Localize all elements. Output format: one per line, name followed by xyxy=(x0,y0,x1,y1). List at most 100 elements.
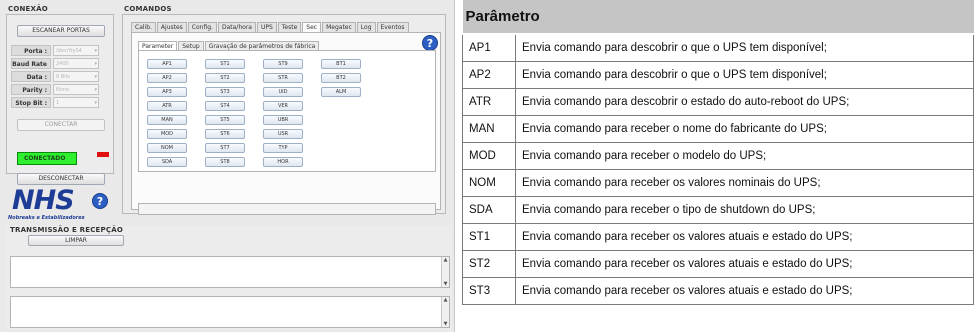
tab-config[interactable]: Config. xyxy=(187,22,217,32)
cmd-button-st9[interactable]: ST9 xyxy=(263,59,303,69)
table-row: ATR Envia comando para descobrir o estado… xyxy=(462,87,974,116)
cmd-button-ver[interactable]: VER xyxy=(263,101,303,111)
tab-ajustes[interactable]: Ajustes xyxy=(156,22,187,32)
cmd-button-st3[interactable]: ST3 xyxy=(205,87,245,97)
scroll-up-icon[interactable]: ▲ xyxy=(442,297,449,303)
cmd-button-hor[interactable]: HOR xyxy=(263,157,303,167)
parameter-code: NOM xyxy=(462,168,516,197)
scrollbar[interactable]: ▲ ▼ xyxy=(441,257,449,287)
cmd-button-uid[interactable]: UID xyxy=(263,87,303,97)
stop-bit-select[interactable]: 1 ▾ xyxy=(53,97,99,108)
cmd-button-bt2[interactable]: BT2 xyxy=(321,73,361,83)
tab-megatec[interactable]: Megatec xyxy=(322,22,356,32)
transmit-log[interactable]: ▲ ▼ xyxy=(10,256,450,288)
cmd-button-st4[interactable]: ST4 xyxy=(205,101,245,111)
cmd-button-bt1[interactable]: BT1 xyxy=(321,59,361,69)
parameter-description: Envia comando para receber os valores at… xyxy=(515,249,974,278)
tab-log[interactable]: Log xyxy=(356,22,376,32)
tab-calib[interactable]: Calib. xyxy=(131,22,156,32)
subtab-factory-params[interactable]: Gravação de parâmetros de fábrica xyxy=(204,41,320,50)
table-row: ST2 Envia comando para receber os valores… xyxy=(462,249,974,278)
receive-log[interactable]: ▲ ▼ xyxy=(10,296,450,328)
cmd-button-st5[interactable]: ST5 xyxy=(205,115,245,125)
parameter-description: Envia comando para receber o modelo do U… xyxy=(515,141,974,170)
tab-teste[interactable]: Teste xyxy=(277,22,302,32)
comandos-tabs: Calib. Ajustes Config. Data/hora UPS Tes… xyxy=(131,22,410,32)
tab-eventos[interactable]: Eventos xyxy=(376,22,409,32)
connect-button[interactable]: CONECTAR xyxy=(17,119,105,131)
help-icon[interactable]: ? xyxy=(92,193,108,209)
subtab-parameter[interactable]: Parameter xyxy=(138,41,178,50)
parameter-description: Envia comando para receber os valores at… xyxy=(515,276,974,305)
baud-rate-value: 2400 xyxy=(56,61,69,67)
scroll-up-icon[interactable]: ▲ xyxy=(442,257,449,263)
conexao-panel: ESCANEAR PORTAS Porta : /dev/ttyS4 ▾ Baud… xyxy=(6,14,114,185)
parity-label: Parity : xyxy=(11,84,51,95)
cmd-button-ap1[interactable]: AP1 xyxy=(147,59,187,69)
tab-ups[interactable]: UPS xyxy=(256,22,277,32)
cmd-button-st2[interactable]: ST2 xyxy=(205,73,245,83)
parity-select[interactable]: None ▾ xyxy=(53,84,99,95)
status-bar xyxy=(138,203,436,215)
chevron-down-icon: ▾ xyxy=(94,100,97,106)
cmd-button-st7[interactable]: ST7 xyxy=(205,143,245,153)
transmissao-title: TRANSMISSÃO E RECEPÇÃO xyxy=(10,226,123,234)
parameter-table-body: AP1 Envia comando para descobrir o que o … xyxy=(462,33,974,305)
disconnect-button[interactable]: DESCONECTAR xyxy=(17,173,105,185)
baud-rate-label: Baud Rate : xyxy=(11,58,51,79)
cmd-button-ap3[interactable]: AP3 xyxy=(147,87,187,97)
cmd-button-sda[interactable]: SDA xyxy=(147,157,187,167)
data-bits-select[interactable]: 8 Bits ▾ xyxy=(53,71,99,82)
scan-ports-button[interactable]: ESCANEAR PORTAS xyxy=(17,25,105,37)
cmd-button-usr[interactable]: USR xyxy=(263,129,303,139)
cmd-button-nom[interactable]: NOM xyxy=(147,143,187,153)
table-row: ST3 Envia comando para receber os valores… xyxy=(462,276,974,305)
parameter-code: MAN xyxy=(462,114,516,143)
baud-rate-select[interactable]: 2400 ▾ xyxy=(53,58,99,69)
cmd-button-str[interactable]: STR xyxy=(263,73,303,83)
table-row: AP2 Envia comando para descobrir o que o … xyxy=(462,60,974,89)
nhs-logo: NHS Nobreaks e Estabilizadores ? xyxy=(6,185,114,225)
table-row: NOM Envia comando para receber os valores… xyxy=(462,168,974,197)
parameter-code: SDA xyxy=(462,195,516,224)
tab-data-hora[interactable]: Data/hora xyxy=(217,22,256,32)
help-icon[interactable]: ? xyxy=(422,35,438,51)
parameter-description: Envia comando para receber o nome do fab… xyxy=(515,114,974,143)
parameter-description: Envia comando para receber o tipo de shu… xyxy=(515,195,974,224)
cmd-button-atr[interactable]: ATR xyxy=(147,101,187,111)
clear-button[interactable]: LIMPAR xyxy=(28,235,124,246)
cmd-button-man[interactable]: MAN xyxy=(147,115,187,125)
scroll-down-icon[interactable]: ▼ xyxy=(442,281,449,287)
table-row: AP1 Envia comando para descobrir o que o … xyxy=(462,33,974,62)
table-row: SDA Envia comando para receber o tipo de … xyxy=(462,195,974,224)
subtab-setup[interactable]: Setup xyxy=(178,41,204,50)
cmd-button-ap2[interactable]: AP2 xyxy=(147,73,187,83)
table-row: MOD Envia comando para receber o modelo d… xyxy=(462,141,974,170)
scrollbar[interactable]: ▲ ▼ xyxy=(441,297,449,327)
parameter-code: ST2 xyxy=(462,249,516,278)
scroll-down-icon[interactable]: ▼ xyxy=(442,321,449,327)
port-select[interactable]: /dev/ttyS4 ▾ xyxy=(53,45,99,56)
cmd-button-typ[interactable]: TYP xyxy=(263,143,303,153)
stop-bit-value: 1 xyxy=(56,100,60,106)
conexao-title: CONEXÃO xyxy=(8,5,48,13)
cmd-button-st8[interactable]: ST8 xyxy=(205,157,245,167)
tab-sec[interactable]: Sec xyxy=(302,22,322,32)
transmissao-panel: TRANSMISSÃO E RECEPÇÃO LIMPAR ▲ ▼ ▲ ▼ xyxy=(6,226,452,330)
cmd-button-mod[interactable]: MOD xyxy=(147,129,187,139)
comandos-panel: Calib. Ajustes Config. Data/hora UPS Tes… xyxy=(122,14,446,215)
comandos-title: COMANDOS xyxy=(124,5,172,13)
parity-value: None xyxy=(56,87,70,93)
connection-status: CONECTADO xyxy=(17,152,77,165)
cmd-button-ubr[interactable]: UBR xyxy=(263,115,303,125)
chevron-down-icon: ▾ xyxy=(94,61,97,67)
cmd-button-st1[interactable]: ST1 xyxy=(205,59,245,69)
sec-panel: Parameter Setup Gravação de parâmetros d… xyxy=(131,32,441,215)
cmd-button-alm[interactable]: ALM xyxy=(321,87,361,97)
parameter-description: Envia comando para descobrir o que o UPS… xyxy=(515,60,974,89)
parameter-description: Envia comando para descobrir o que o UPS… xyxy=(515,33,974,62)
chevron-down-icon: ▾ xyxy=(94,74,97,80)
cmd-button-st6[interactable]: ST6 xyxy=(205,129,245,139)
table-row: ST1 Envia comando para receber os valores… xyxy=(462,222,974,251)
parameter-description: Envia comando para receber os valores no… xyxy=(515,168,974,197)
